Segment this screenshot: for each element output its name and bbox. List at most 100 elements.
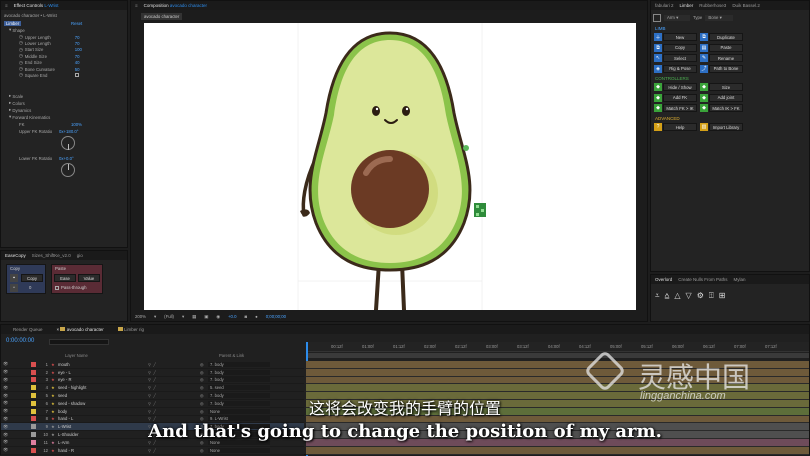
label-color[interactable] — [31, 369, 36, 375]
layer-row[interactable]: 👁 1 ★ mouth ⚲ ╱ ◎ 7. body — [1, 361, 304, 369]
shape-group[interactable]: ▾ Shape — [1, 27, 127, 33]
composition-canvas[interactable] — [144, 23, 636, 310]
reset-link[interactable]: Reset — [71, 21, 82, 26]
chevron-down-icon[interactable]: ▾ — [154, 314, 156, 320]
stopwatch-icon[interactable]: ◷ — [19, 53, 23, 59]
ease-button[interactable]: Ease — [54, 274, 76, 282]
stopwatch-icon[interactable]: ◷ — [19, 34, 23, 40]
comp-subtab[interactable]: avocado character — [141, 13, 183, 20]
controller-2-1-icon[interactable]: ◆ — [700, 104, 708, 112]
mask-icon[interactable]: ▣ — [204, 314, 208, 320]
pickwhip-icon[interactable]: ◎ — [200, 362, 208, 367]
switches[interactable]: ⚲ ╱ — [148, 377, 200, 382]
pull-up-icon[interactable]: ⩠ — [665, 291, 670, 301]
visibility-icon[interactable]: 👁 — [3, 369, 11, 375]
effect-section-2[interactable]: ▸ Dynamics — [1, 107, 127, 113]
lower-fk-rotation-dial[interactable] — [61, 163, 75, 177]
layer-row[interactable]: 👁 12 ★ hand - R ⚲ ╱ ◎ None — [1, 447, 304, 455]
layer-row[interactable]: 👁 2 ★ eye - L ⚲ ╱ ◎ 7. body — [1, 369, 304, 377]
pull-down-icon[interactable]: ▽ — [686, 291, 692, 301]
upper-fk-rotation-dial[interactable] — [61, 136, 75, 150]
controller-button[interactable]: Hide / Show — [663, 83, 697, 91]
import-library-button[interactable]: Import Library — [709, 123, 743, 131]
tab-easecopy[interactable]: EaseCopy — [5, 253, 26, 258]
tab-create-nulls[interactable]: Create Nulls From Paths — [678, 277, 727, 282]
stopwatch-icon[interactable]: ◷ — [19, 40, 23, 46]
limb-button[interactable]: Copy — [663, 43, 697, 52]
parent-dropdown[interactable]: 7. body — [208, 361, 270, 367]
limb-button[interactable]: Select — [663, 54, 697, 62]
switches[interactable]: ⚲ ╱ — [148, 370, 200, 375]
effect-section-0[interactable]: ▸ Scale — [1, 93, 127, 99]
limb-button[interactable]: Duplicate — [709, 33, 743, 41]
comp-timecode[interactable]: 0;00;00;00 — [266, 314, 286, 319]
pickwhip-icon[interactable]: ◎ — [200, 370, 208, 375]
push-up-icon[interactable]: △ — [674, 291, 680, 301]
limb-0-0-icon[interactable]: ＋ — [654, 33, 662, 41]
limb-1-0-icon[interactable]: ⧉ — [654, 43, 662, 52]
passthrough-checkbox[interactable]: Pass-through — [55, 285, 87, 290]
limb-1-1-icon[interactable]: ▤ — [700, 43, 708, 52]
tab-effect-controls[interactable]: Effect Controls L-Wrist — [14, 3, 59, 8]
parent-dropdown[interactable]: 5. seed — [208, 385, 270, 391]
tab-mylan[interactable]: Mylan — [734, 277, 746, 282]
stopwatch-icon[interactable]: ◷ — [19, 66, 23, 72]
label-color[interactable] — [31, 385, 36, 391]
timeline-timecode[interactable]: 0:00:00:00 — [6, 338, 34, 344]
layer-name[interactable]: seed - highlight — [58, 385, 148, 390]
timeline-search-input[interactable] — [49, 339, 109, 345]
layer-row[interactable]: 👁 4 ★ seed - highlight ⚲ ╱ ◎ 5. seed — [1, 384, 304, 393]
camera-icon[interactable]: ◙ — [245, 314, 248, 319]
square-end-checkbox[interactable] — [74, 73, 79, 78]
controller-0-0-icon[interactable]: ◆ — [654, 83, 662, 91]
layer-track-bar[interactable] — [306, 446, 809, 455]
pickwhip-icon[interactable]: ◎ — [200, 448, 208, 453]
tab-overlord[interactable]: Overlord — [655, 277, 672, 282]
controller-button[interactable]: Size — [709, 83, 743, 91]
zoom-dropdown[interactable]: 200% — [135, 314, 146, 319]
pickwhip-icon[interactable]: ◎ — [200, 385, 208, 390]
controller-0-1-icon[interactable]: ◆ — [700, 83, 708, 91]
stopwatch-icon[interactable]: ◷ — [19, 72, 23, 78]
arm-dropdown[interactable]: Arm ▾ — [664, 14, 690, 21]
menu-icon[interactable]: ≡ — [5, 3, 8, 8]
visibility-icon[interactable]: 👁 — [3, 447, 11, 453]
controller-button[interactable]: Add FK — [663, 93, 697, 102]
value-button[interactable]: Value — [78, 274, 100, 282]
limb-button[interactable]: New — [663, 33, 697, 41]
controller-1-0-icon[interactable]: ◆ — [654, 93, 662, 102]
stopwatch-icon[interactable]: ◷ — [19, 47, 23, 53]
visibility-icon[interactable]: 👁 — [3, 385, 11, 391]
label-color[interactable] — [31, 361, 36, 367]
layer-name[interactable]: eye - L — [58, 370, 148, 375]
grid-icon[interactable]: ▦ — [192, 314, 196, 320]
switches[interactable]: ⚲ ╱ — [148, 448, 200, 453]
parent-dropdown[interactable]: 7. body — [208, 377, 270, 383]
layer-row[interactable]: 👁 3 ★ eye - R ⚲ ╱ ◎ 7. body — [1, 377, 304, 385]
tab-limber[interactable]: Limber — [680, 3, 694, 8]
controller-button[interactable]: Match IK > FK — [709, 104, 743, 112]
layer-name[interactable]: hand - R — [58, 448, 148, 453]
effect-name[interactable]: Limber — [4, 20, 22, 26]
effect-section-1[interactable]: ▸ Colors — [1, 100, 127, 106]
controller-button[interactable]: Match FK > IK — [663, 104, 697, 112]
library-icon[interactable]: ▥ — [700, 123, 708, 131]
tab-render-queue[interactable]: Render Queue — [13, 327, 43, 332]
quality-dropdown[interactable]: (Full) — [164, 314, 174, 319]
push-down-icon[interactable]: ⩡ — [655, 291, 660, 301]
controller-2-0-icon[interactable]: ◆ — [654, 104, 662, 112]
close-icon[interactable]: × — [57, 327, 60, 332]
tab-limber-rig[interactable]: Limber rig — [117, 327, 144, 332]
limb-0-1-icon[interactable]: ⧉ — [700, 33, 708, 41]
help-icon[interactable]: ? — [654, 123, 662, 131]
parent-dropdown[interactable]: None — [208, 447, 270, 453]
controller-1-1-icon[interactable]: ◆ — [700, 93, 708, 102]
limb-button[interactable]: Path to Bone — [709, 64, 743, 73]
limb-3-0-icon[interactable]: ◈ — [654, 64, 662, 73]
tab-sizes[interactable]: Sizes_ShiftKe_v2.0 — [32, 253, 71, 258]
color-icon[interactable]: ● — [255, 314, 258, 319]
import-icon[interactable]: ⊞ — [719, 291, 726, 301]
label-color[interactable] — [31, 377, 36, 383]
visibility-icon[interactable]: 👁 — [3, 361, 11, 367]
limb-2-0-icon[interactable]: ↖ — [654, 54, 662, 62]
